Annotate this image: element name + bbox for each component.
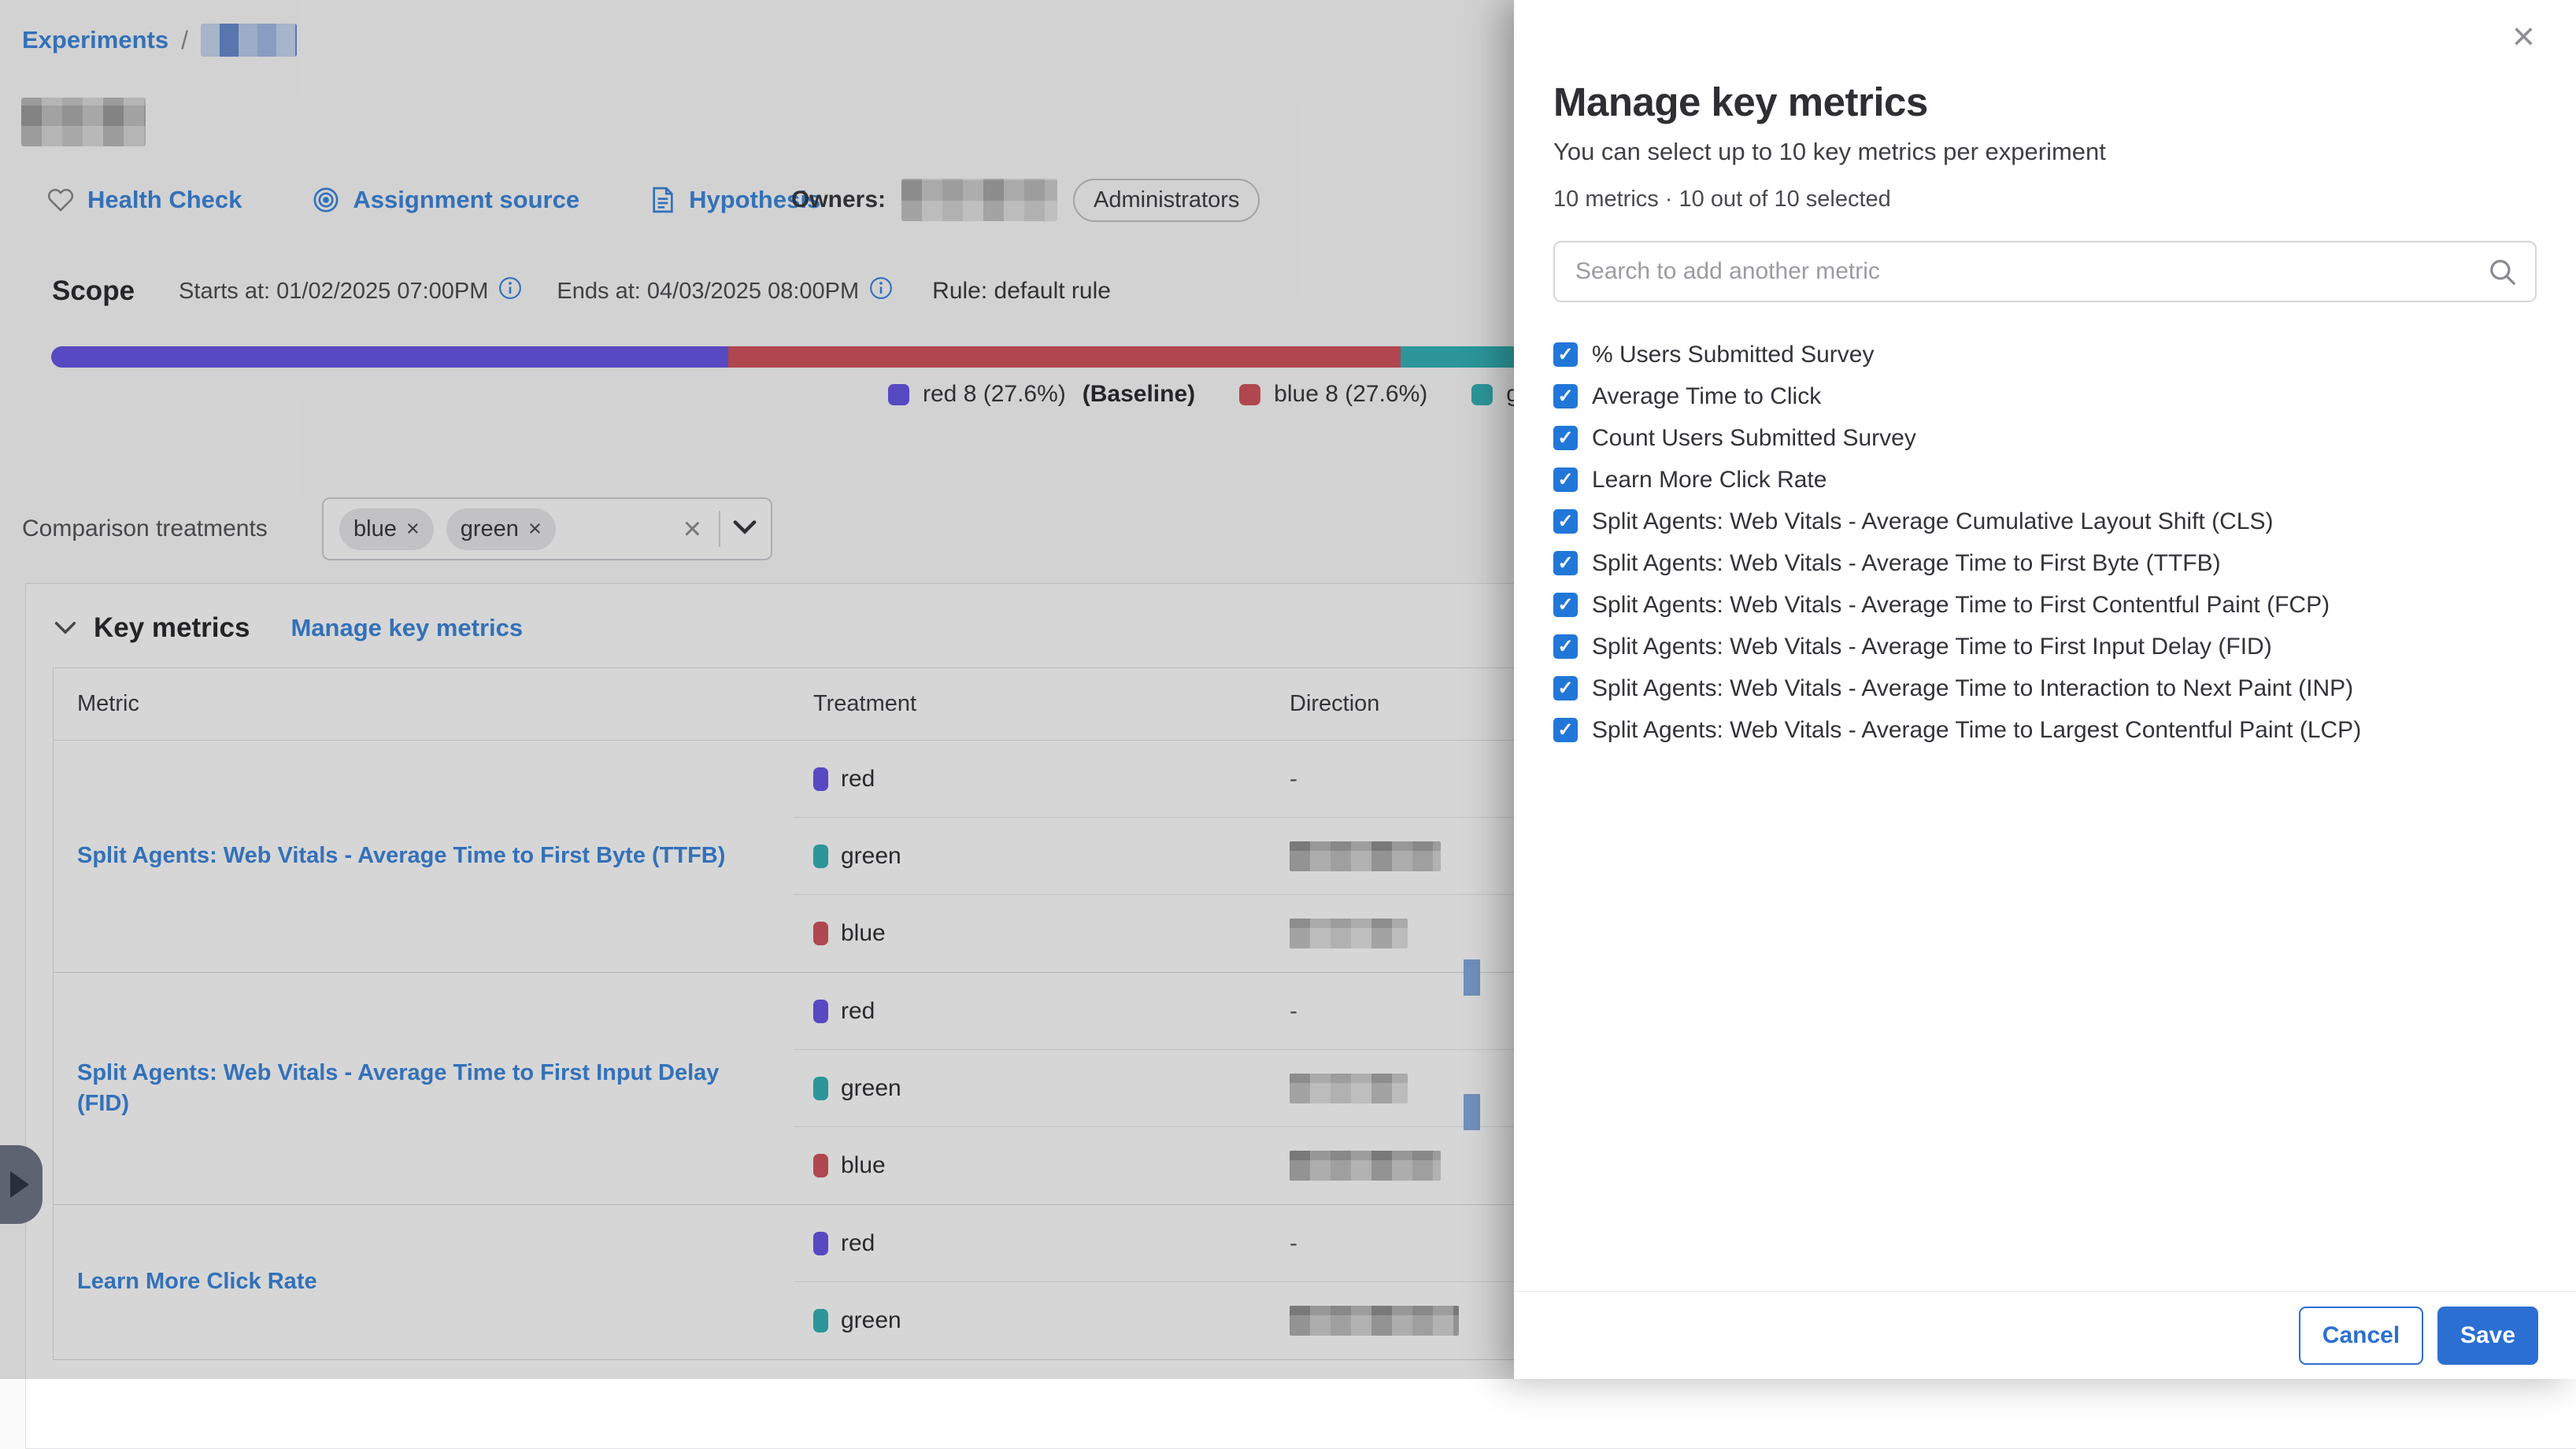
- metric-row[interactable]: % Users Submitted Survey: [1553, 334, 2537, 375]
- checkbox-checked-icon[interactable]: [1553, 342, 1578, 367]
- metric-label[interactable]: Split Agents: Web Vitals - Average Time …: [1592, 634, 2272, 660]
- modal-footer: Cancel Save: [1514, 1291, 2576, 1379]
- metric-row[interactable]: Count Users Submitted Survey: [1553, 417, 2537, 459]
- search-input[interactable]: [1553, 241, 2537, 302]
- metric-label[interactable]: Learn More Click Rate: [1592, 467, 1827, 493]
- checkbox-checked-icon[interactable]: [1553, 468, 1578, 492]
- close-icon[interactable]: ×: [2508, 16, 2540, 57]
- metric-label[interactable]: Split Agents: Web Vitals - Average Cumul…: [1592, 508, 2273, 535]
- search-icon: [2488, 257, 2518, 291]
- checkbox-checked-icon[interactable]: [1553, 593, 1578, 617]
- metric-label[interactable]: Split Agents: Web Vitals - Average Time …: [1592, 675, 2353, 702]
- metric-row[interactable]: Split Agents: Web Vitals - Average Time …: [1553, 584, 2537, 626]
- metric-row[interactable]: Split Agents: Web Vitals - Average Time …: [1553, 542, 2537, 584]
- metrics-count-text: 10 metrics · 10 out of 10 selected: [1553, 187, 2537, 213]
- modal-subtitle: You can select up to 10 key metrics per …: [1553, 138, 2537, 166]
- checkbox-checked-icon[interactable]: [1553, 634, 1578, 659]
- checkbox-checked-icon[interactable]: [1553, 426, 1578, 450]
- metric-label[interactable]: % Users Submitted Survey: [1592, 342, 1874, 368]
- modal-title: Manage key metrics: [1553, 79, 2537, 125]
- cancel-button[interactable]: Cancel: [2299, 1307, 2423, 1365]
- metric-label[interactable]: Count Users Submitted Survey: [1592, 425, 1916, 452]
- checkbox-checked-icon[interactable]: [1553, 384, 1578, 408]
- metric-row[interactable]: Split Agents: Web Vitals - Average Time …: [1553, 709, 2537, 751]
- metric-label[interactable]: Split Agents: Web Vitals - Average Time …: [1592, 592, 2330, 619]
- metric-label[interactable]: Average Time to Click: [1592, 383, 1821, 410]
- metric-row[interactable]: Split Agents: Web Vitals - Average Time …: [1553, 626, 2537, 667]
- metric-row[interactable]: Average Time to Click: [1553, 375, 2537, 417]
- metric-row[interactable]: Learn More Click Rate: [1553, 459, 2537, 501]
- metric-label[interactable]: Split Agents: Web Vitals - Average Time …: [1592, 550, 2221, 577]
- metric-search: [1553, 241, 2537, 302]
- checkbox-checked-icon[interactable]: [1553, 676, 1578, 700]
- metric-row[interactable]: Split Agents: Web Vitals - Average Time …: [1553, 667, 2537, 709]
- checkbox-checked-icon[interactable]: [1553, 509, 1578, 534]
- checkbox-checked-icon[interactable]: [1553, 718, 1578, 742]
- manage-key-metrics-modal: × Manage key metrics You can select up t…: [1514, 0, 2576, 1379]
- save-button[interactable]: Save: [2437, 1307, 2538, 1365]
- metric-checkbox-list: % Users Submitted Survey Average Time to…: [1553, 334, 2537, 751]
- metric-row[interactable]: Split Agents: Web Vitals - Average Cumul…: [1553, 501, 2537, 542]
- checkbox-checked-icon[interactable]: [1553, 551, 1578, 575]
- metric-label[interactable]: Split Agents: Web Vitals - Average Time …: [1592, 717, 2361, 744]
